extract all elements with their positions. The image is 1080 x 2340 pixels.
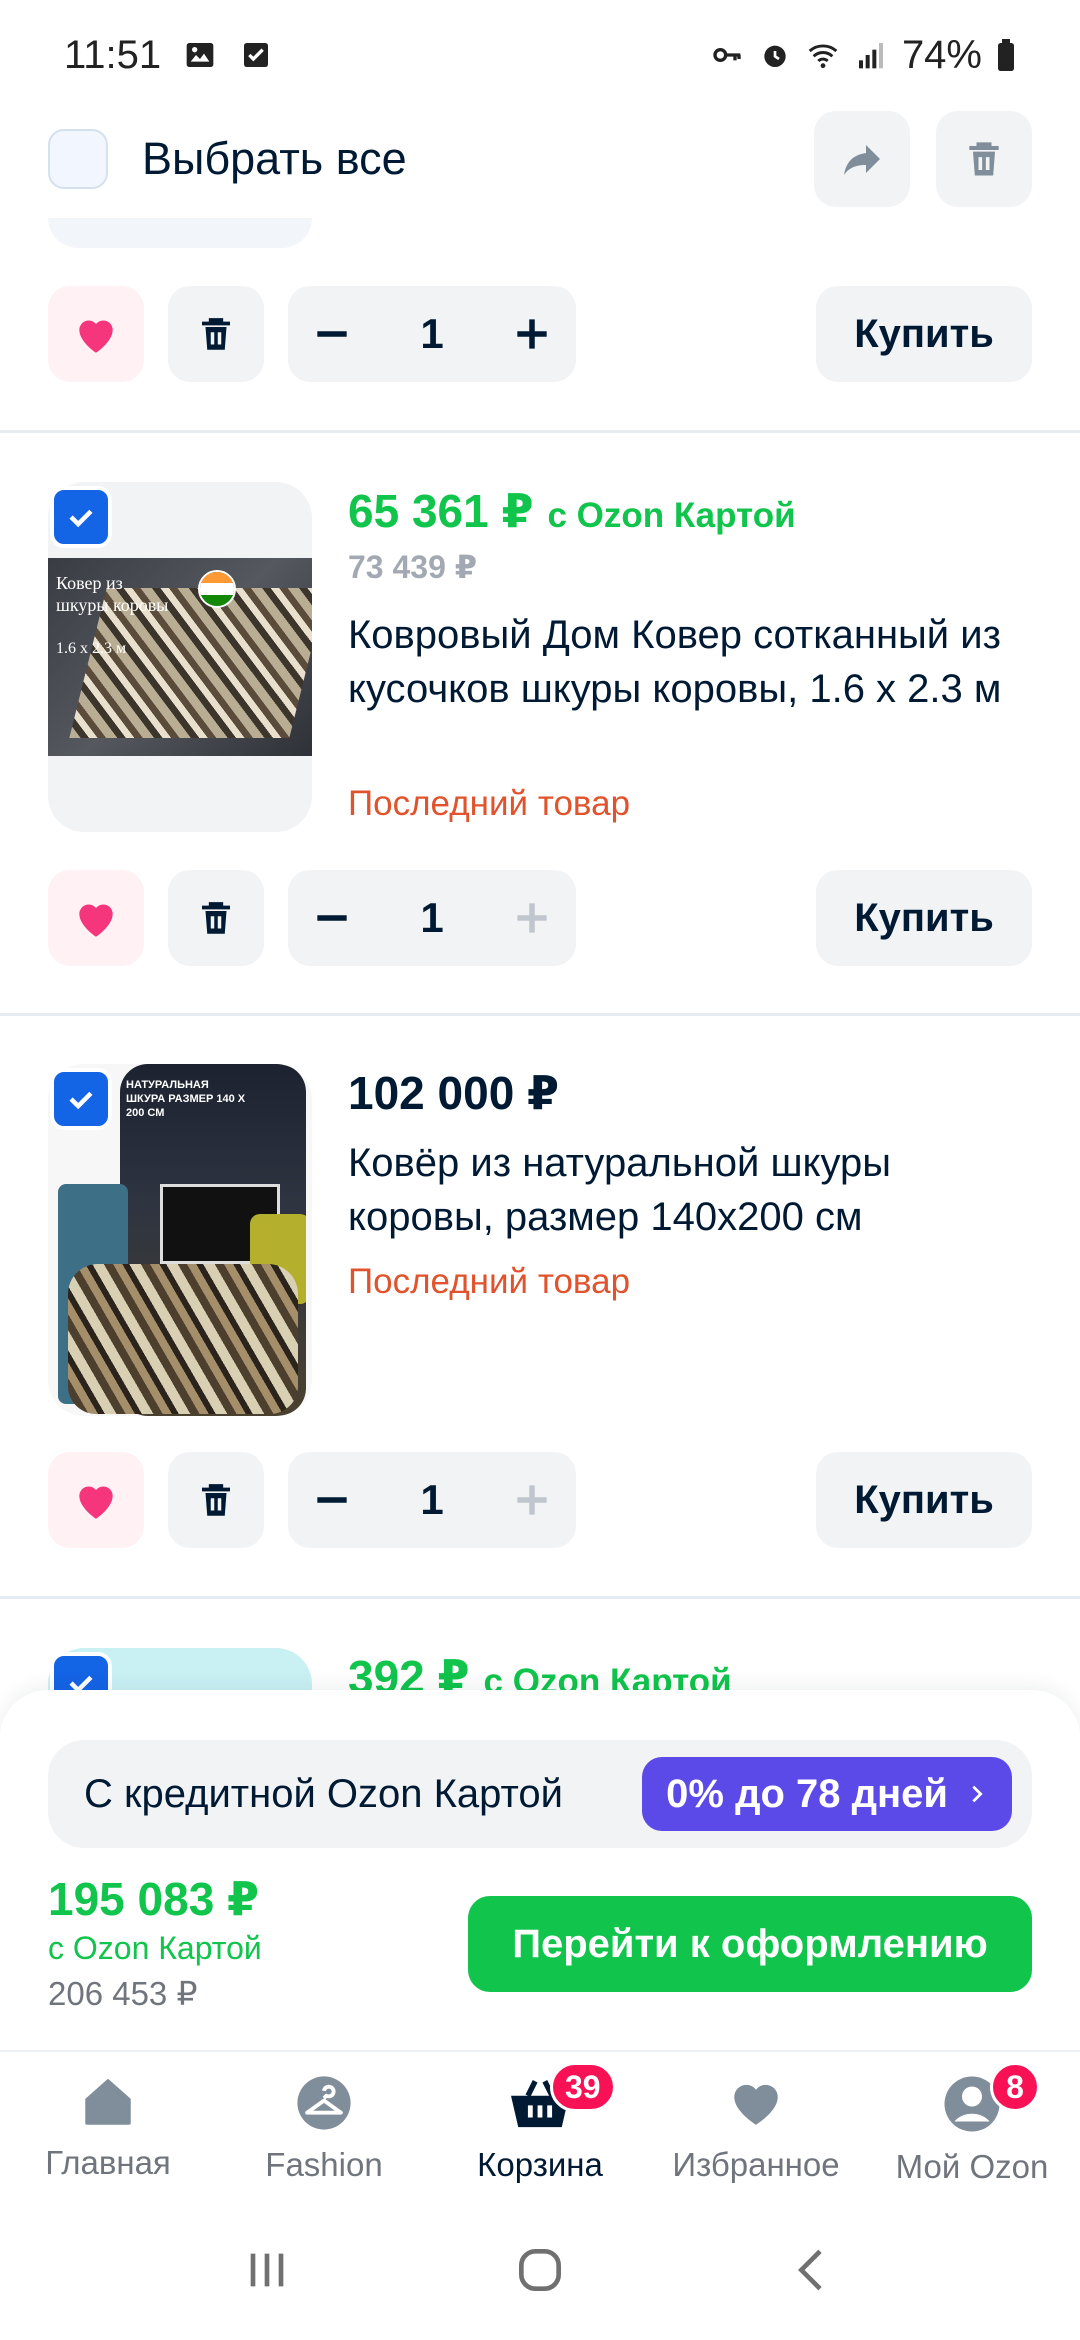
bottom-tab-bar: Главная Fashion 39 Корзина Избранное 8 М… [0,2050,1080,2200]
divider [0,430,1080,433]
back-icon[interactable] [785,2242,841,2298]
battery-icon [998,39,1014,71]
system-navigation-bar [0,2200,1080,2340]
checkout-button[interactable]: Перейти к оформлению [468,1896,1032,1992]
tab-label: Fashion [265,2146,383,2183]
select-all-label[interactable]: Выбрать все [142,133,407,185]
stock-note: Последний товар [348,784,631,823]
heart-icon [79,320,113,353]
chevron-right-icon [972,1785,983,1803]
item-checkbox[interactable] [50,1068,112,1130]
tab-cart[interactable]: 39 Корзина [432,2052,648,2200]
favorite-button[interactable] [48,286,144,382]
buy-button[interactable]: Купить [816,870,1032,966]
plus-icon[interactable] [510,312,554,356]
battery-percent: 74% [901,32,982,77]
regular-price: 73 439 ₽ [348,549,478,585]
india-flag-icon [198,570,236,608]
credit-offer-bar[interactable]: С кредитной Ozon Картой 0% до 78 дней [48,1740,1032,1848]
quantity-value: 1 [420,894,444,941]
quantity-value: 1 [420,1476,444,1523]
price: 102 000 ₽ [348,1067,560,1119]
item-checkbox[interactable] [50,486,112,548]
share-button[interactable] [814,111,910,207]
image-caption: НАТУРАЛЬНАЯ ШКУРА РАЗМЕР 140 X 200 СМ [126,1079,246,1119]
check-notification-icon [244,43,269,67]
cart-summary: С кредитной Ozon Картой 0% до 78 дней 19… [0,1690,1080,2050]
trash-icon [202,318,230,350]
delete-button[interactable] [168,286,264,382]
profile-badge: 8 [990,2062,1040,2112]
trash-icon [202,902,230,934]
product-title[interactable]: Ковровый Дом Ковер сотканный из кусочков… [348,608,1038,716]
price-row: 65 361 ₽ с Ozon Картой [348,484,796,538]
plus-icon[interactable] [510,896,554,940]
status-bar: 11:51 74% [0,0,1080,110]
favorite-button[interactable] [48,870,144,966]
tab-label: Мой Ozon [895,2148,1049,2185]
quantity-stepper: 1 [288,870,576,966]
image-size-caption: 1.6 x 2.3 м [56,640,127,657]
card-price-suffix: с Ozon Картой [547,496,796,535]
signal-icon [858,43,883,69]
divider [0,1013,1080,1016]
buy-button[interactable]: Купить [816,1452,1032,1548]
total-card-price: 195 083 ₽ [48,1873,260,1925]
tab-favorites[interactable]: Избранное [648,2052,864,2200]
key-icon [713,48,741,62]
price-row: 102 000 ₽ [348,1066,559,1120]
select-all-checkbox[interactable] [48,129,108,189]
stock-note: Последний товар [348,1262,631,1301]
total-card-suffix: с Ozon Картой [48,1930,262,1966]
home-icon [85,2079,131,2125]
divider [0,1596,1080,1599]
minus-icon[interactable] [310,896,354,940]
checkmark-icon [69,1091,93,1110]
checkmark-icon [69,509,93,528]
total-regular-price: 206 453 ₽ [48,1975,198,2012]
favorite-button[interactable] [48,1452,144,1548]
quantity-value: 1 [420,310,444,357]
item-actions: 1 Купить [48,1452,1032,1548]
tab-my-ozon[interactable]: 8 Мой Ozon [864,2052,1080,2200]
share-icon [844,145,880,175]
gallery-icon [186,43,214,67]
tab-label: Избранное [672,2146,840,2183]
plus-icon[interactable] [510,1478,554,1522]
cart-count-badge: 39 [550,2062,616,2112]
tab-home[interactable]: Главная [0,2052,216,2200]
delete-selected-button[interactable] [936,111,1032,207]
trash-icon [969,142,999,176]
home-circle-icon[interactable] [512,2242,568,2298]
quantity-stepper: 1 [288,286,576,382]
credit-offer-pill[interactable]: 0% до 78 дней [642,1757,1012,1831]
heart-icon [734,2084,778,2125]
status-time: 11:51 [64,32,162,77]
item-actions: 1 Купить [48,286,1032,382]
trash-icon [202,1484,230,1516]
heart-icon [79,904,113,937]
select-all-header: Выбрать все [0,100,1080,218]
tab-fashion[interactable]: Fashion [216,2052,432,2200]
credit-offer-label: 0% до 78 дней [666,1771,948,1816]
image-caption: Ковер из шкуры коровы [56,573,169,615]
card-price: 65 361 ₽ [348,485,534,537]
minus-icon[interactable] [310,1478,354,1522]
alarm-icon [764,45,786,67]
item-actions: 1 Купить [48,870,1032,966]
credit-text: С кредитной Ozon Картой [84,1771,564,1816]
hanger-icon [297,2076,351,2130]
delete-button[interactable] [168,1452,264,1548]
buy-button[interactable]: Купить [816,286,1032,382]
quantity-stepper: 1 [288,1452,576,1548]
tab-label: Корзина [477,2146,603,2183]
product-title[interactable]: Ковёр из натуральной шкуры коровы, разме… [348,1136,1038,1244]
tab-label: Главная [45,2144,171,2181]
heart-icon [79,1486,113,1519]
recent-apps-icon[interactable] [239,2242,295,2298]
minus-icon[interactable] [310,312,354,356]
previous-item-image [48,218,312,248]
delete-button[interactable] [168,870,264,966]
wifi-icon [808,44,838,69]
